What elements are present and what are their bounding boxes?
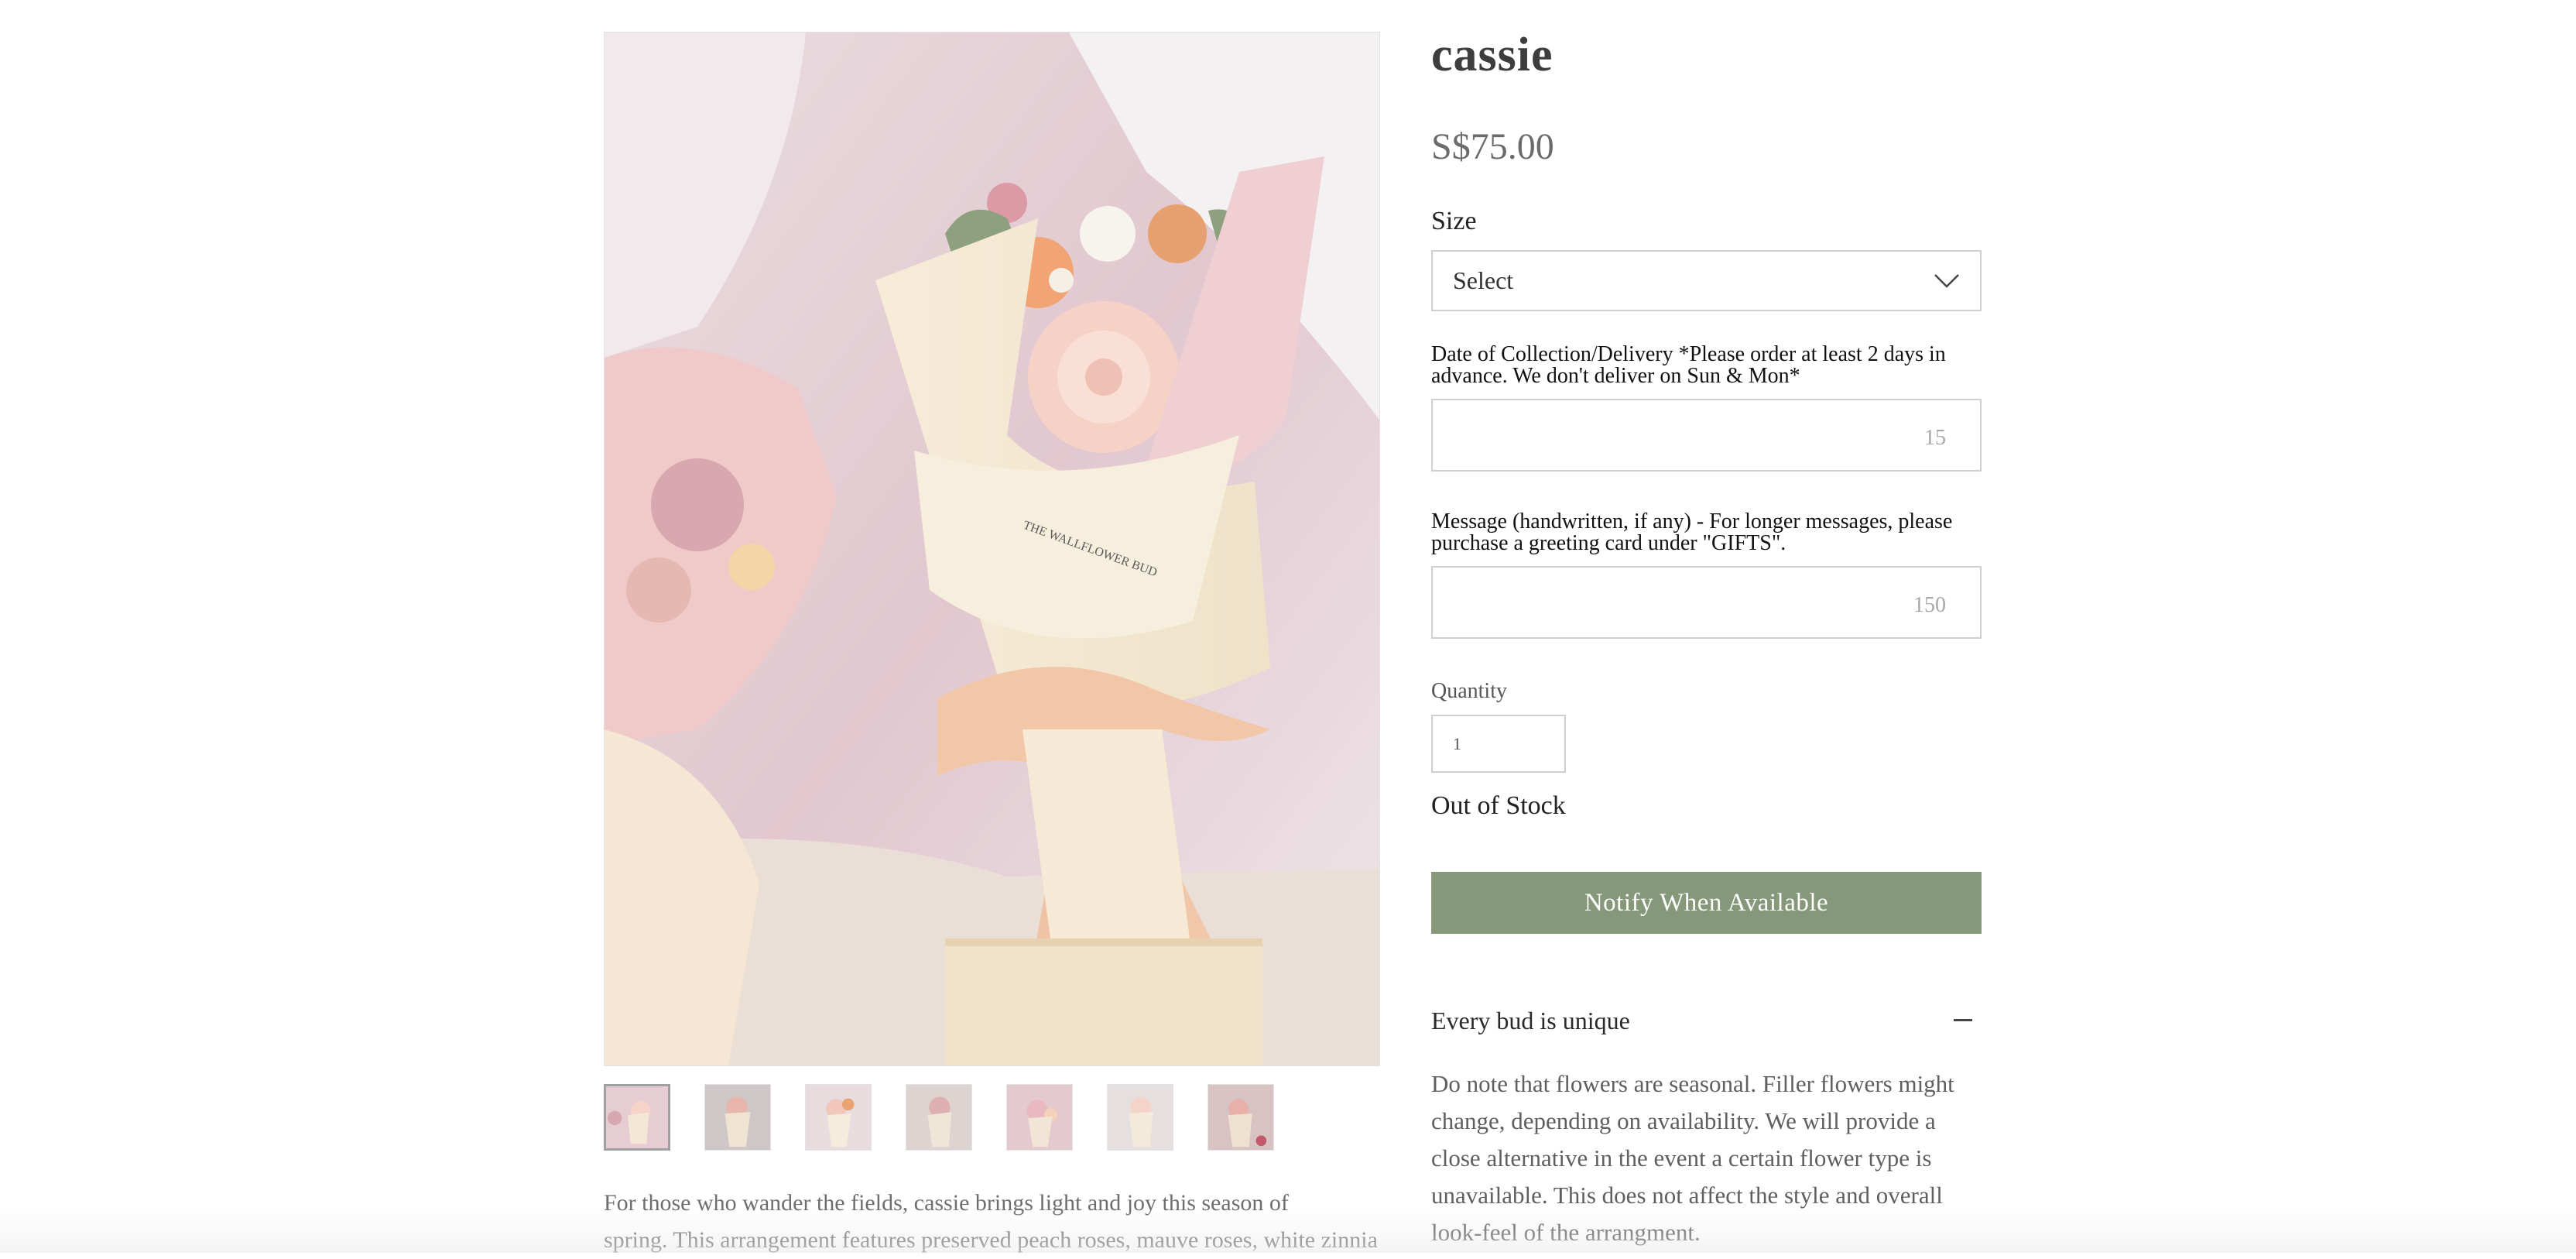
date-field-label: Date of Collection/Delivery *Please orde… bbox=[1431, 342, 1946, 388]
accordion-line: look-feel of the arrangment. bbox=[1431, 1219, 1701, 1246]
accordion-line: Do note that flowers are seasonal. Fille… bbox=[1431, 1070, 1954, 1097]
accordion-line: close alternative in the event a certain… bbox=[1431, 1144, 1932, 1172]
main-product-image[interactable]: THE WALLFLOWER BUD bbox=[604, 32, 1380, 1066]
accordion-line: change, depending on availability. We wi… bbox=[1431, 1107, 1936, 1134]
minus-icon bbox=[1954, 1019, 1972, 1021]
message-input[interactable]: 150 bbox=[1431, 566, 1982, 639]
date-char-count: 15 bbox=[1924, 426, 1946, 450]
thumbnail-3[interactable] bbox=[805, 1084, 872, 1151]
thumbnail-image bbox=[1208, 1085, 1273, 1150]
thumbnail-4[interactable] bbox=[906, 1084, 972, 1151]
thumbnail-image bbox=[1108, 1085, 1173, 1150]
product-description: For those who wander the fields, cassie … bbox=[604, 1185, 1386, 1259]
notify-when-available-button[interactable]: Notify When Available bbox=[1431, 872, 1982, 934]
size-dropdown[interactable]: Select bbox=[1431, 250, 1982, 311]
thumbnail-2[interactable] bbox=[704, 1084, 771, 1151]
quantity-input[interactable]: 1 bbox=[1431, 715, 1566, 773]
thumbnail-7[interactable] bbox=[1208, 1084, 1274, 1151]
accordion-every-bud-is-unique[interactable]: Every bud is unique bbox=[1431, 1005, 1982, 1042]
product-title: cassie bbox=[1431, 29, 1553, 81]
thumbnail-1[interactable] bbox=[604, 1084, 670, 1151]
accordion-title: Every bud is unique bbox=[1431, 1007, 1630, 1034]
accordion-line: unavailable. This does not affect the st… bbox=[1431, 1182, 1943, 1209]
product-price: S$75.00 bbox=[1431, 126, 1554, 167]
thumbnail-image bbox=[705, 1085, 770, 1150]
thumbnail-image bbox=[906, 1085, 971, 1150]
message-char-count: 150 bbox=[1913, 593, 1946, 617]
product-page: THE WALLFLOWER BUD For those who wander … bbox=[0, 0, 2576, 1253]
thumbnail-image bbox=[806, 1085, 871, 1150]
thumbnail-image bbox=[606, 1086, 668, 1148]
accordion-content: Do note that flowers are seasonal. Fille… bbox=[1431, 1065, 1977, 1251]
thumbnail-5[interactable] bbox=[1006, 1084, 1073, 1151]
description-line: For those who wander the fields, cassie … bbox=[604, 1190, 1289, 1216]
message-field-label: Message (handwritten, if any) - For long… bbox=[1431, 509, 1953, 555]
bouquet-photo: THE WALLFLOWER BUD bbox=[605, 33, 1379, 1065]
thumbnail-image bbox=[1007, 1085, 1072, 1150]
size-selected-value: Select bbox=[1453, 266, 1514, 294]
quantity-label: Quantity bbox=[1431, 679, 1507, 703]
date-input[interactable]: 15 bbox=[1431, 399, 1982, 472]
stock-status: Out of Stock bbox=[1431, 791, 1566, 820]
thumbnail-6[interactable] bbox=[1107, 1084, 1173, 1151]
description-line: spring. This arrangement features preser… bbox=[604, 1227, 1378, 1253]
size-label: Size bbox=[1431, 207, 1477, 235]
chevron-down-icon bbox=[1934, 273, 1959, 288]
